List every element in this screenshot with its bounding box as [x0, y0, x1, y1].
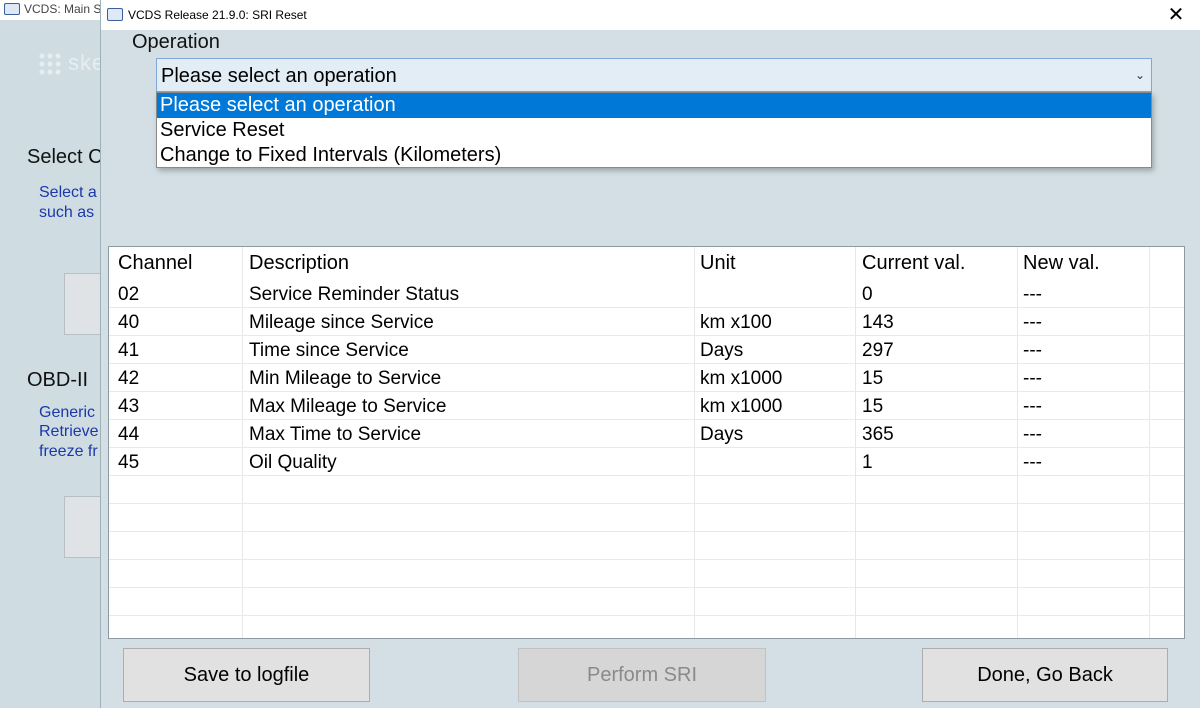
- table-row[interactable]: 45 Oil Quality 1 ---: [109, 448, 1184, 476]
- cell-description: Min Mileage to Service: [249, 368, 442, 389]
- cell-current-value: 15: [862, 368, 884, 389]
- cell-current-value: 1: [862, 452, 873, 473]
- obd-ii-heading: OBD-II: [27, 369, 89, 391]
- header-current-value[interactable]: Current val.: [862, 252, 965, 275]
- operation-dropdown-list: Please select an operation Service Reset…: [156, 92, 1152, 168]
- option-service-reset[interactable]: Service Reset: [157, 118, 1151, 143]
- done-go-back-button[interactable]: Done, Go Back: [922, 648, 1168, 702]
- operation-label: Operation: [132, 31, 220, 53]
- obd-desc-3: freeze fr: [39, 443, 98, 460]
- cell-current-value: 15: [862, 396, 884, 417]
- cell-current-value: 143: [862, 312, 894, 333]
- obd-desc-1: Generic: [39, 404, 96, 421]
- cell-current-value: 0: [862, 284, 873, 305]
- operation-selected-value: Please select an operation: [161, 65, 397, 87]
- empty-row: [109, 476, 1184, 504]
- cell-channel: 42: [118, 368, 140, 389]
- empty-row: [109, 616, 1184, 638]
- table-row[interactable]: 40 Mileage since Service km x100 143 ---: [109, 308, 1184, 336]
- table-header-row: Channel Description Unit Current val. Ne…: [109, 247, 1184, 280]
- cell-new-value: ---: [1023, 452, 1042, 473]
- sri-reset-dialog: VCDS Release 21.9.0: SRI Reset ✕ Operati…: [100, 0, 1200, 708]
- cell-description: Time since Service: [249, 340, 409, 361]
- select-control-heading: Select C: [27, 146, 103, 168]
- watermark-logo-icon: [38, 52, 62, 77]
- vcds-app-icon: [4, 3, 20, 15]
- option-fixed-intervals[interactable]: Change to Fixed Intervals (Kilometers): [157, 143, 1151, 168]
- cell-current-value: 297: [862, 340, 894, 361]
- cell-new-value: ---: [1023, 312, 1042, 333]
- cell-new-value: ---: [1023, 396, 1042, 417]
- empty-row: [109, 504, 1184, 532]
- cell-unit: Days: [700, 424, 744, 445]
- cell-new-value: ---: [1023, 368, 1042, 389]
- empty-row: [109, 532, 1184, 560]
- channels-table: Channel Description Unit Current val. Ne…: [108, 246, 1185, 639]
- cell-description: Mileage since Service: [249, 312, 434, 333]
- main-window-title: VCDS: Main S: [24, 2, 100, 16]
- close-icon[interactable]: ✕: [1159, 2, 1193, 28]
- table-row[interactable]: 02 Service Reminder Status 0 ---: [109, 280, 1184, 308]
- option-please-select[interactable]: Please select an operation: [157, 93, 1151, 118]
- vcds-app-icon: [107, 8, 123, 21]
- header-unit[interactable]: Unit: [700, 252, 736, 275]
- cell-description: Max Mileage to Service: [249, 396, 447, 417]
- cell-new-value: ---: [1023, 424, 1042, 445]
- table-row[interactable]: 41 Time since Service Days 297 ---: [109, 336, 1184, 364]
- select-control-desc-1: Select a: [39, 184, 97, 201]
- obd-ii-button[interactable]: [64, 496, 104, 558]
- cell-channel: 02: [118, 284, 140, 305]
- perform-sri-button[interactable]: Perform SRI: [518, 648, 766, 702]
- operation-select[interactable]: Please select an operation ⌄: [156, 58, 1152, 92]
- header-new-value[interactable]: New val.: [1023, 252, 1100, 275]
- obd-desc-2: Retrieve: [39, 423, 99, 440]
- cell-channel: 45: [118, 452, 140, 473]
- main-titlebar: VCDS: Main S: [0, 0, 100, 20]
- cell-unit: km x1000: [700, 368, 783, 389]
- empty-row: [109, 588, 1184, 616]
- dialog-titlebar: VCDS Release 21.9.0: SRI Reset ✕: [101, 0, 1200, 30]
- table-row[interactable]: 43 Max Mileage to Service km x1000 15 --…: [109, 392, 1184, 420]
- table-row[interactable]: 44 Max Time to Service Days 365 ---: [109, 420, 1184, 448]
- cell-new-value: ---: [1023, 284, 1042, 305]
- dialog-title: VCDS Release 21.9.0: SRI Reset: [128, 8, 307, 22]
- select-control-desc-2: such as: [39, 204, 95, 221]
- cell-channel: 43: [118, 396, 140, 417]
- table-row[interactable]: 42 Min Mileage to Service km x1000 15 --…: [109, 364, 1184, 392]
- cell-unit: km x1000: [700, 396, 783, 417]
- cell-channel: 40: [118, 312, 140, 333]
- header-description[interactable]: Description: [249, 252, 349, 275]
- cell-description: Oil Quality: [249, 452, 337, 473]
- chevron-down-icon[interactable]: ⌄: [1135, 68, 1145, 82]
- cell-new-value: ---: [1023, 340, 1042, 361]
- cell-description: Service Reminder Status: [249, 284, 460, 305]
- save-to-logfile-button[interactable]: Save to logfile: [123, 648, 370, 702]
- cell-description: Max Time to Service: [249, 424, 422, 445]
- select-button[interactable]: [64, 273, 104, 335]
- cell-channel: 41: [118, 340, 140, 361]
- cell-channel: 44: [118, 424, 140, 445]
- cell-current-value: 365: [862, 424, 894, 445]
- cell-unit: km x100: [700, 312, 772, 333]
- empty-row: [109, 560, 1184, 588]
- header-channel[interactable]: Channel: [118, 252, 193, 275]
- cell-unit: Days: [700, 340, 744, 361]
